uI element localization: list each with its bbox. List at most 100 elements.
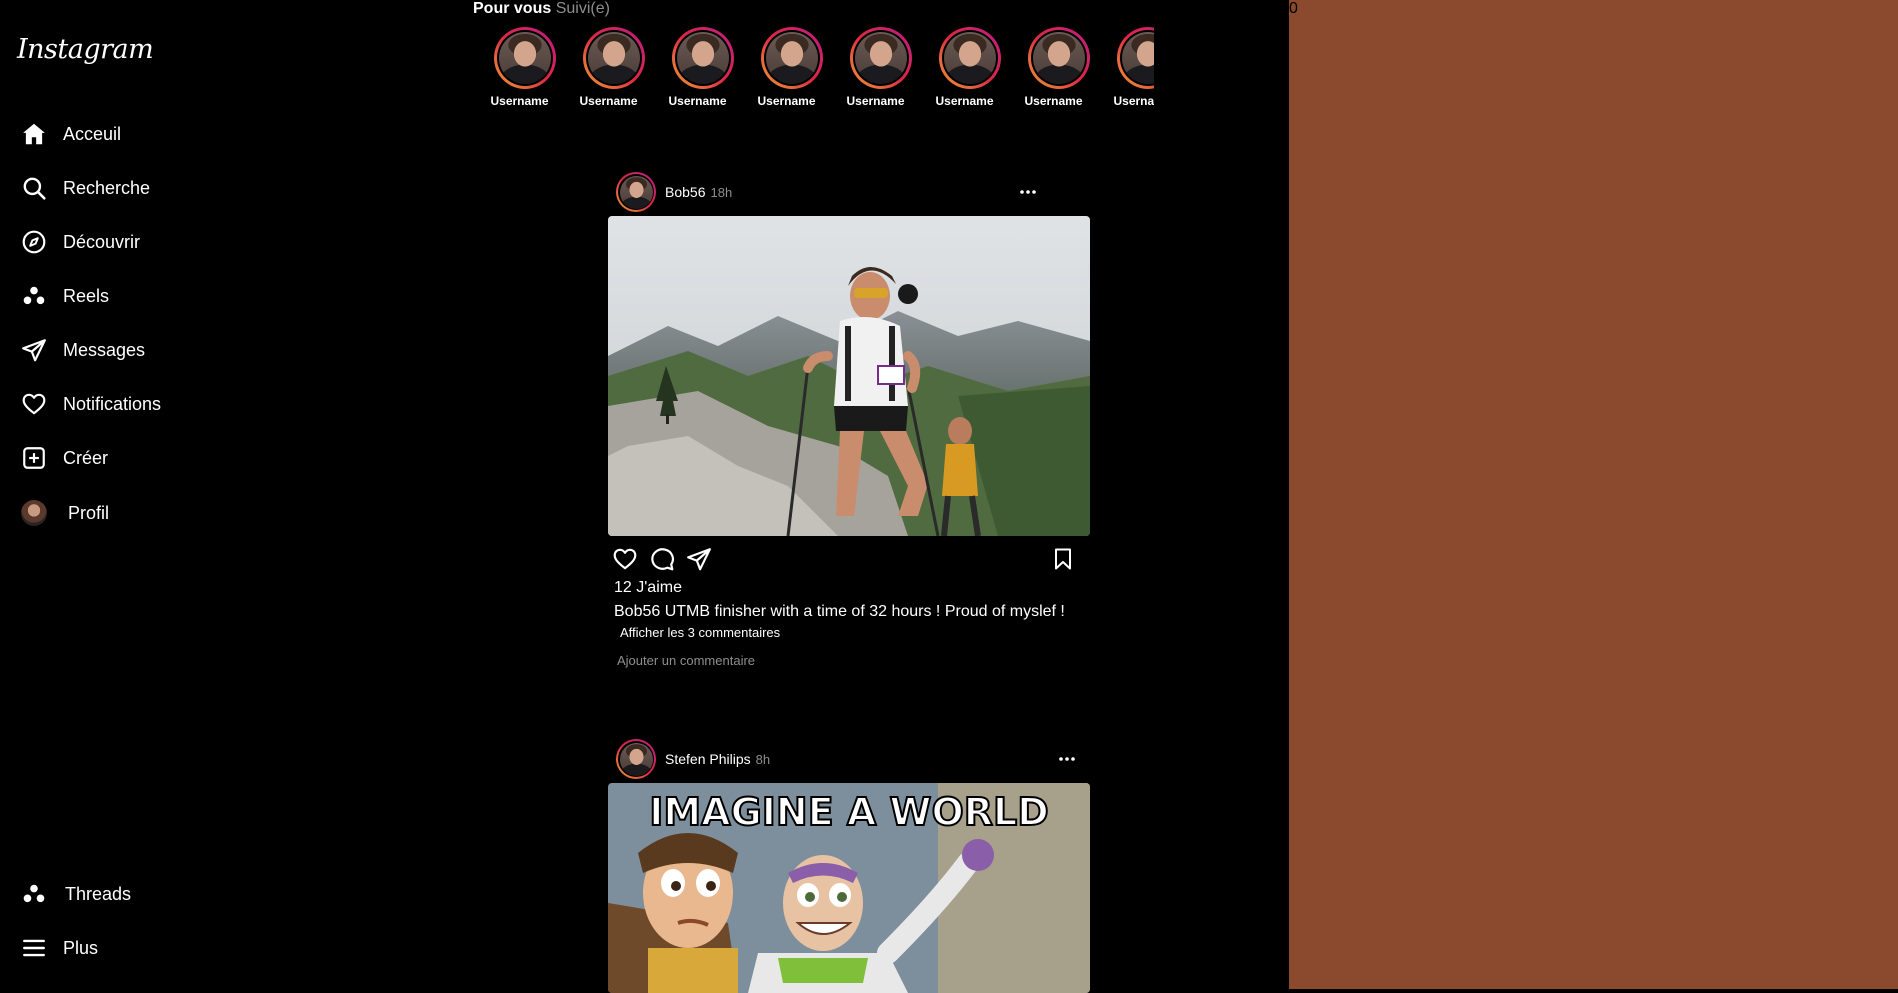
sidebar-item-threads[interactable]: Threads (20, 879, 131, 909)
reels-icon (20, 282, 48, 310)
story-username: Username (668, 94, 727, 108)
home-icon (20, 120, 48, 148)
story-ring (1116, 27, 1154, 89)
comment-input[interactable] (617, 653, 1017, 668)
story-item[interactable]: Username (836, 27, 925, 108)
sidebar-item-label: Messages (63, 339, 146, 360)
avatar (943, 32, 996, 84)
post-actions (608, 540, 1090, 578)
post-image[interactable]: IMAGINE A WORLD (608, 783, 1090, 993)
post-image[interactable] (608, 216, 1090, 536)
avatar (619, 175, 653, 209)
story-username: Username (846, 94, 905, 108)
story-ring (1027, 27, 1090, 89)
story-ring (582, 27, 645, 89)
sidebar-item-notifications[interactable]: Notifications (20, 389, 161, 419)
story-item[interactable]: Username (1014, 27, 1103, 108)
heart-icon (20, 390, 48, 418)
avatar (676, 32, 729, 84)
caption-text: UTMB finisher with a time of 32 hours ! … (664, 603, 1065, 620)
toy-story-meme: IMAGINE A WORLD (608, 783, 1090, 993)
sidebar-item-label: Recherche (63, 177, 151, 198)
more-options-icon[interactable] (1055, 749, 1079, 769)
story-item[interactable]: Username (747, 27, 836, 108)
bookmark-icon[interactable] (1048, 544, 1078, 574)
post-avatar-ring[interactable] (616, 739, 656, 779)
avatar (765, 32, 818, 84)
avatar (21, 500, 47, 526)
story-username: Username (490, 94, 549, 108)
story-ring (938, 27, 1001, 89)
feed-tabs: Pour vous Suivi(e) (473, 0, 610, 17)
story-ring (493, 27, 556, 89)
sidebar-item-label: Threads (65, 883, 132, 904)
post-timestamp: 8h (755, 751, 771, 767)
avatar (619, 742, 653, 776)
sidebar-item-explore[interactable]: Découvrir (20, 227, 140, 257)
sidebar: Instagram Acceuil Recherche Découvrir Re… (0, 0, 240, 989)
post-caption: Bob56 UTMB finisher with a time of 32 ho… (614, 602, 1090, 622)
trail-runner-photo (608, 216, 1090, 536)
avatar (1032, 32, 1085, 84)
sidebar-item-label: Acceuil (63, 123, 122, 144)
story-item[interactable]: Username (569, 27, 658, 108)
story-item[interactable]: Username (480, 27, 569, 108)
post: Stefen Philips 8h IMAGINE A WORLD (608, 737, 1090, 993)
like-icon[interactable] (610, 544, 640, 574)
story-item[interactable]: Username (658, 27, 747, 108)
threads-icon (20, 880, 48, 908)
story-username: Username (579, 94, 638, 108)
post-username[interactable]: Stefen Philips (665, 751, 751, 767)
sidebar-item-label: Notifications (63, 393, 162, 414)
post-username[interactable]: Bob56 (665, 184, 705, 200)
sidebar-item-reels[interactable]: Reels (20, 281, 109, 311)
avatar (1121, 32, 1154, 84)
story-ring (760, 27, 823, 89)
tab-following[interactable]: Suivi(e) (556, 0, 610, 17)
story-username: Username (935, 94, 994, 108)
instagram-logo[interactable]: Instagram (17, 34, 154, 65)
story-username: Username (1113, 94, 1154, 108)
post-timestamp: 18h (710, 184, 733, 200)
sidebar-item-search[interactable]: Recherche (20, 173, 150, 203)
view-comments-link[interactable]: Afficher les 3 commentaires (620, 625, 1090, 641)
post: Bob56 18h 12 J'aime Bob56 UTMB finisher … (608, 170, 1090, 670)
story-item[interactable]: Username (925, 27, 1014, 108)
search-icon (20, 174, 48, 202)
avatar (854, 32, 907, 84)
sidebar-item-label: Profil (68, 502, 110, 523)
avatar (498, 32, 551, 84)
sidebar-item-more[interactable]: Plus (20, 933, 98, 963)
right-panel: 0 (1289, 0, 1898, 989)
story-item[interactable]: Username (1103, 27, 1154, 108)
like-count[interactable]: 12 J'aime (614, 578, 1090, 598)
post-header: Bob56 18h (608, 170, 1090, 214)
avatar (587, 32, 640, 84)
sidebar-item-home[interactable]: Acceuil (20, 119, 121, 149)
sidebar-item-label: Découvrir (63, 231, 141, 252)
menu-icon (20, 934, 48, 962)
profile-avatar (20, 499, 48, 527)
sidebar-item-label: Créer (63, 447, 109, 468)
sidebar-item-label: Plus (63, 937, 99, 958)
story-username: Username (1024, 94, 1083, 108)
right-panel-text: 0 (1289, 0, 1298, 17)
paper-plane-icon (20, 336, 48, 364)
comment-icon[interactable] (647, 544, 677, 574)
compass-icon (20, 228, 48, 256)
stories-bar: Username Username Username Username User… (480, 27, 1154, 117)
sidebar-item-profile[interactable]: Profil (20, 498, 109, 528)
sidebar-item-messages[interactable]: Messages (20, 335, 145, 365)
share-icon[interactable] (684, 544, 714, 574)
caption-username[interactable]: Bob56 (614, 603, 660, 620)
story-username: Username (757, 94, 816, 108)
more-options-icon[interactable] (1016, 182, 1040, 202)
post-avatar-ring[interactable] (616, 172, 656, 212)
sidebar-item-label: Reels (63, 285, 110, 306)
story-ring (671, 27, 734, 89)
tab-for-you[interactable]: Pour vous (473, 0, 551, 17)
meme-text: IMAGINE A WORLD (649, 790, 1049, 834)
post-header: Stefen Philips 8h (608, 737, 1090, 781)
story-ring (849, 27, 912, 89)
sidebar-item-create[interactable]: Créer (20, 443, 108, 473)
